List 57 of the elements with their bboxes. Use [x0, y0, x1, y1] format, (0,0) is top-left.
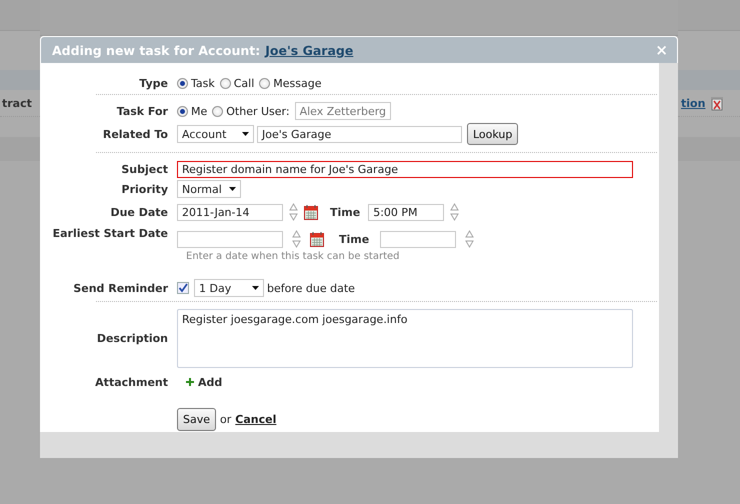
- or-text: or: [220, 413, 232, 426]
- description-field[interactable]: Register joesgarage.com joesgarage.info: [177, 309, 633, 368]
- field-label: Description: [96, 332, 169, 345]
- field-label: Type: [138, 76, 169, 90]
- field-label: Task For: [116, 104, 169, 118]
- reminder-suffix: before due date: [267, 282, 355, 294]
- reminder-select[interactable]: 1 Day: [194, 279, 264, 297]
- hint-text: Enter a date when this task can be started: [186, 251, 401, 262]
- spinner-icon[interactable]: [289, 203, 298, 221]
- spinner-icon[interactable]: [450, 203, 460, 221]
- lookup-button[interactable]: Lookup: [467, 123, 518, 145]
- start-date-field[interactable]: [177, 230, 283, 248]
- add-attachment-link[interactable]: Add: [177, 376, 222, 388]
- start-time-field[interactable]: [380, 230, 456, 248]
- section-bar: [0, 137, 40, 161]
- spinner-icon[interactable]: [465, 230, 474, 248]
- field-label: Attachment: [94, 376, 169, 388]
- field-label: Subject: [120, 162, 169, 176]
- trash-icon[interactable]: [711, 96, 724, 110]
- type-radio[interactable]: [259, 78, 270, 88]
- type-radio[interactable]: [177, 78, 188, 88]
- background-text: tract: [2, 96, 32, 110]
- option-label: Task: [191, 76, 215, 90]
- related-name-field[interactable]: Joe's Garage: [257, 126, 462, 142]
- priority-select[interactable]: Normal: [177, 180, 241, 198]
- related-type-select[interactable]: Account: [177, 125, 254, 143]
- due-date-field[interactable]: 2011-Jan-14: [177, 204, 283, 220]
- save-button[interactable]: Save: [177, 408, 216, 431]
- option-label: Other User:: [226, 104, 290, 118]
- option-label: Message: [273, 76, 322, 90]
- option-label: Call: [234, 76, 254, 90]
- section-bar: [678, 137, 740, 161]
- field-label: Time: [339, 232, 370, 246]
- type-radio[interactable]: [220, 78, 231, 88]
- cancel-link[interactable]: Cancel: [235, 413, 276, 426]
- field-label: Time: [330, 206, 360, 218]
- field-label: Related To: [102, 128, 169, 140]
- task-for-radio[interactable]: [177, 106, 188, 116]
- field-label: Priority: [120, 182, 169, 196]
- field-label: Earliest Start Date: [52, 227, 169, 240]
- dialog-title: Adding new task for Account:: [52, 42, 260, 58]
- spinner-icon[interactable]: [292, 230, 301, 248]
- due-time-field[interactable]: 5:00 PM: [368, 204, 444, 220]
- field-label: Send Reminder: [72, 282, 169, 294]
- caret-icon: [252, 286, 259, 290]
- calendar-icon[interactable]: [304, 204, 318, 220]
- subject-field[interactable]: Register domain name for Joe's Garage: [177, 160, 633, 178]
- calendar-icon[interactable]: [310, 232, 324, 246]
- account-link[interactable]: Joe's Garage: [265, 42, 354, 58]
- caret-icon: [242, 132, 249, 136]
- background-link[interactable]: tion: [681, 96, 706, 110]
- field-label: Due Date: [109, 206, 169, 218]
- task-for-radio[interactable]: [212, 106, 224, 116]
- caret-icon: [229, 187, 236, 191]
- option-label: Me: [191, 104, 208, 118]
- reminder-checkbox[interactable]: [177, 282, 189, 294]
- plus-icon: [186, 378, 194, 386]
